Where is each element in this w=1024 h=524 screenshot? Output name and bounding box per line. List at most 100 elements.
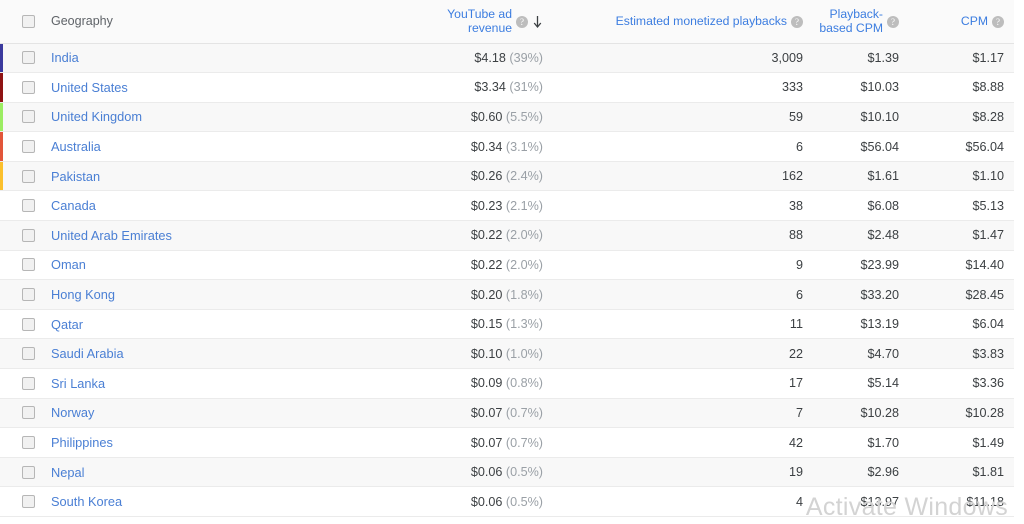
geography-link[interactable]: Oman	[51, 257, 86, 272]
geography-link[interactable]: United Kingdom	[51, 109, 142, 124]
help-icon[interactable]: ?	[516, 16, 528, 29]
arrow-down-icon[interactable]	[532, 15, 543, 29]
column-header-cpm[interactable]: CPM ?	[909, 0, 1014, 44]
row-select-checkbox[interactable]	[22, 465, 35, 479]
geography-link[interactable]: Nepal	[51, 465, 84, 480]
cpm-value: $11.18	[966, 494, 1004, 509]
geography-link[interactable]: United Arab Emirates	[51, 228, 172, 243]
cell-playbacks: 59	[553, 102, 813, 133]
revenue-percent: (2.4%)	[505, 169, 543, 184]
row-select-checkbox[interactable]	[22, 80, 35, 94]
help-icon[interactable]: ?	[992, 16, 1004, 29]
revenue-value: $0.22	[470, 257, 503, 272]
table-row[interactable]: Canada $0.23 (2.1%) 38 $6.08 $5.13	[0, 190, 1014, 222]
table-row[interactable]: Philippines $0.07 (0.7%) 42 $1.70 $1.49	[0, 427, 1014, 458]
revenue-value: $4.18	[474, 50, 506, 65]
cell-revenue: $0.22 (2.0%)	[425, 220, 553, 251]
row-select-checkbox[interactable]	[22, 199, 35, 213]
row-select-checkbox[interactable]	[22, 376, 35, 390]
geography-link[interactable]: Qatar	[51, 317, 83, 332]
cell-playbacks: 6	[553, 279, 813, 310]
cell-playback-based-cpm: $1.70	[813, 427, 909, 458]
table-row[interactable]: Sri Lanka $0.09 (0.8%) 17 $5.14 $3.36	[0, 368, 1014, 399]
cell-playback-based-cpm: $10.10	[813, 102, 909, 133]
row-select-checkbox[interactable]	[22, 110, 35, 124]
row-select-checkbox[interactable]	[22, 288, 35, 302]
cpm-value: $28.45	[965, 287, 1004, 302]
select-all-checkbox[interactable]	[22, 14, 35, 28]
geography-link[interactable]: Sri Lanka	[51, 376, 105, 391]
row-select-checkbox[interactable]	[22, 347, 35, 361]
table-row[interactable]: Nepal $0.06 (0.5%) 19 $2.96 $1.81	[0, 457, 1014, 488]
playback-based-cpm-value: $56.04	[860, 139, 899, 154]
table-row[interactable]: United States $3.34 (31%) 333 $10.03 $8.88	[0, 72, 1014, 103]
geography-link[interactable]: United States	[51, 80, 128, 95]
geography-link[interactable]: Hong Kong	[51, 287, 115, 302]
help-icon[interactable]: ?	[791, 16, 803, 29]
table-row[interactable]: Hong Kong $0.20 (1.8%) 6 $33.20 $28.45	[0, 279, 1014, 310]
column-header-playback-based-cpm[interactable]: Playback-based CPM ?	[813, 0, 909, 44]
row-select-checkbox[interactable]	[22, 406, 35, 420]
table-row[interactable]: Norway $0.07 (0.7%) 7 $10.28 $10.28	[0, 398, 1014, 429]
geography-link[interactable]: Pakistan	[51, 169, 100, 184]
geography-link[interactable]: Saudi Arabia	[51, 346, 124, 361]
geography-link[interactable]: Norway	[51, 405, 94, 420]
playbacks-value: 3,009	[771, 50, 803, 65]
table-row[interactable]: Saudi Arabia $0.10 (1.0%) 22 $4.70 $3.83	[0, 338, 1014, 370]
column-header-playbacks[interactable]: Estimated monetized playbacks ?	[553, 0, 813, 44]
revenue-value: $3.34	[474, 80, 506, 95]
geography-link[interactable]: Canada	[51, 198, 96, 213]
table-row[interactable]: Pakistan $0.26 (2.4%) 162 $1.61 $1.10	[0, 161, 1014, 192]
cell-cpm: $8.28	[909, 102, 1014, 133]
revenue-percent: (0.5%)	[505, 465, 543, 480]
geography-link[interactable]: Australia	[51, 139, 101, 154]
row-select-checkbox[interactable]	[22, 495, 35, 509]
cell-revenue: $0.22 (2.0%)	[425, 250, 553, 281]
row-select-checkbox[interactable]	[22, 228, 35, 242]
playback-based-cpm-value: $10.03	[860, 80, 899, 95]
column-header-revenue-label: YouTube ad revenue	[447, 7, 512, 36]
cpm-value: $8.88	[972, 80, 1004, 95]
table-row[interactable]: United Arab Emirates $0.22 (2.0%) 88 $2.48 $…	[0, 220, 1014, 251]
cell-geography: South Korea	[0, 486, 425, 517]
cell-playback-based-cpm: $1.61	[813, 161, 909, 192]
cpm-value: $1.47	[972, 228, 1004, 243]
geography-link[interactable]: India	[51, 50, 79, 65]
row-select-checkbox[interactable]	[22, 169, 35, 183]
cell-playback-based-cpm: $10.28	[813, 398, 909, 429]
playbacks-value: 6	[795, 287, 803, 302]
revenue-value: $0.06	[470, 465, 503, 480]
row-select-checkbox[interactable]	[22, 258, 35, 272]
table-row[interactable]: Australia $0.34 (3.1%) 6 $56.04 $56.04	[0, 131, 1014, 162]
playback-based-cpm-value: $5.14	[867, 376, 899, 391]
column-header-geography[interactable]: Geography	[0, 0, 425, 44]
table-row[interactable]: United Kingdom $0.60 (5.5%) 59 $10.10 $8.28	[0, 102, 1014, 133]
revenue-value: $0.15	[470, 317, 503, 332]
column-header-cpm-label: CPM	[960, 14, 988, 29]
cell-cpm: $1.47	[909, 220, 1014, 251]
cell-playbacks: 22	[553, 338, 813, 370]
row-select-checkbox[interactable]	[22, 51, 35, 65]
playback-based-cpm-value: $13.19	[860, 317, 899, 332]
table-row[interactable]: Oman $0.22 (2.0%) 9 $23.99 $14.40	[0, 250, 1014, 281]
playbacks-value: 162	[781, 169, 803, 184]
playback-based-cpm-value: $13.97	[860, 494, 899, 509]
table-row[interactable]: India $4.18 (39%) 3,009 $1.39 $1.17	[0, 43, 1014, 74]
table-row[interactable]: South Korea $0.06 (0.5%) 4 $13.97 $11.18	[0, 486, 1014, 517]
row-select-checkbox[interactable]	[22, 436, 35, 450]
row-select-checkbox[interactable]	[22, 317, 35, 331]
help-icon[interactable]: ?	[887, 16, 899, 29]
revenue-percent: (39%)	[509, 50, 543, 65]
revenue-value: $0.22	[470, 228, 503, 243]
row-select-checkbox[interactable]	[22, 140, 35, 154]
geography-link[interactable]: South Korea	[51, 494, 122, 509]
cell-revenue: $0.20 (1.8%)	[425, 279, 553, 310]
playbacks-value: 17	[788, 376, 803, 391]
geography-link[interactable]: Philippines	[51, 435, 113, 450]
revenue-percent: (1.0%)	[505, 346, 543, 361]
column-header-revenue[interactable]: YouTube ad revenue ?	[425, 0, 553, 44]
table-row[interactable]: Qatar $0.15 (1.3%) 11 $13.19 $6.04	[0, 309, 1014, 340]
cell-geography: India	[0, 43, 425, 74]
revenue-value: $0.06	[470, 494, 503, 509]
series-color-indicator	[0, 132, 3, 161]
